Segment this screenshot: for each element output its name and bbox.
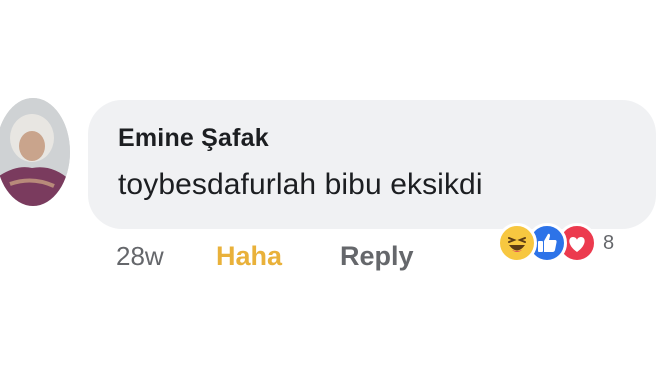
comment-bubble: Emine Şafak toybesdafurlah bibu eksikdi [88, 100, 656, 229]
comment-author[interactable]: Emine Şafak [118, 124, 269, 153]
reaction-summary[interactable]: 8 [497, 223, 614, 263]
comment-actions: 28w Haha Reply [116, 236, 414, 276]
avatar-photo [0, 98, 70, 206]
haha-reaction-button[interactable]: Haha [216, 241, 340, 272]
comment-text: toybesdafurlah bibu eksikdi [118, 168, 483, 201]
comment: Emine Şafak toybesdafurlah bibu eksikdi … [0, 0, 672, 378]
comment-timestamp[interactable]: 28w [116, 241, 216, 272]
reaction-count: 8 [603, 231, 615, 254]
haha-icon [497, 223, 537, 263]
avatar[interactable] [0, 98, 70, 206]
reply-button[interactable]: Reply [340, 241, 414, 272]
